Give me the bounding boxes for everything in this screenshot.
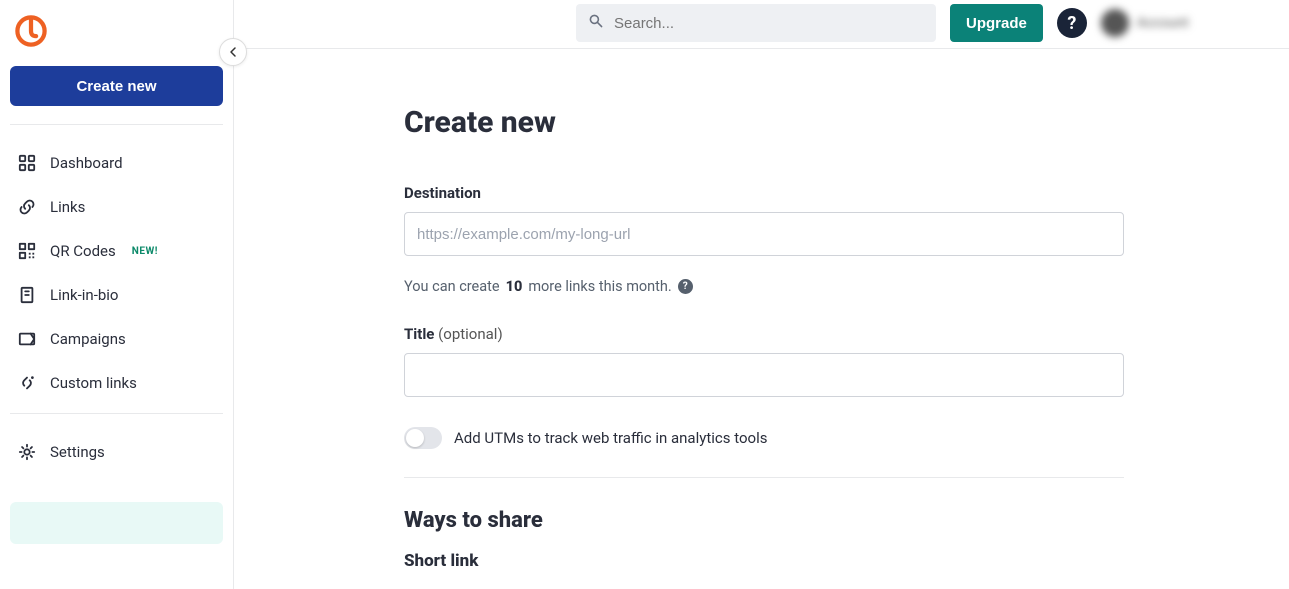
create-new-button[interactable]: Create new xyxy=(10,66,223,106)
sidebar-item-label: Campaigns xyxy=(50,330,126,348)
search-icon xyxy=(588,13,604,33)
divider xyxy=(10,124,223,125)
sidebar: Create new Dashboard Links QR Codes NEW!… xyxy=(0,0,234,589)
divider xyxy=(10,413,223,414)
content: Create new Destination You can create 10… xyxy=(234,49,1289,571)
collapse-sidebar-button[interactable] xyxy=(219,38,247,66)
sidebar-item-label: Links xyxy=(50,198,85,216)
sidebar-item-label: QR Codes xyxy=(50,242,116,260)
qrcode-icon xyxy=(18,242,36,260)
customlinks-icon xyxy=(18,374,36,392)
user-menu[interactable]: Account xyxy=(1101,9,1209,37)
campaigns-icon xyxy=(18,330,36,348)
sidebar-item-label: Custom links xyxy=(50,374,137,392)
sidebar-item-campaigns[interactable]: Campaigns xyxy=(6,317,227,361)
title-input[interactable] xyxy=(404,353,1124,397)
sidebar-item-links[interactable]: Links xyxy=(6,185,227,229)
sidebar-item-dashboard[interactable]: Dashboard xyxy=(6,141,227,185)
linkinbio-icon xyxy=(18,286,36,304)
divider xyxy=(404,477,1124,478)
help-button[interactable]: ? xyxy=(1057,8,1087,38)
sidebar-item-label: Settings xyxy=(50,443,105,461)
sidebar-item-customlinks[interactable]: Custom links xyxy=(6,361,227,405)
sparkle-card[interactable] xyxy=(10,502,223,544)
avatar xyxy=(1101,9,1129,37)
destination-label: Destination xyxy=(404,184,1124,202)
sidebar-item-linkinbio[interactable]: Link-in-bio xyxy=(6,273,227,317)
sidebar-item-label: Dashboard xyxy=(50,154,123,172)
destination-field: Destination You can create 10 more links… xyxy=(404,184,1124,295)
search-box[interactable] xyxy=(576,4,936,42)
info-icon[interactable]: ? xyxy=(678,279,693,294)
sidebar-item-label: Link-in-bio xyxy=(50,286,118,304)
utm-toggle-label: Add UTMs to track web traffic in analyti… xyxy=(454,429,767,447)
utm-toggle-row: Add UTMs to track web traffic in analyti… xyxy=(404,427,1124,449)
main: Upgrade ? Account Create new Destination… xyxy=(234,0,1289,589)
topbar: Upgrade ? Account xyxy=(234,0,1289,49)
gear-icon xyxy=(18,443,36,461)
links-remaining-hint: You can create 10 more links this month.… xyxy=(404,278,1124,295)
search-input[interactable] xyxy=(614,15,924,32)
page-title: Create new xyxy=(404,105,1124,140)
destination-input[interactable] xyxy=(404,212,1124,256)
dashboard-icon xyxy=(18,154,36,172)
short-link-title: Short link xyxy=(404,551,1124,571)
utm-toggle[interactable] xyxy=(404,427,442,449)
user-name: Account xyxy=(1137,15,1189,31)
link-icon xyxy=(18,198,36,216)
upgrade-button[interactable]: Upgrade xyxy=(950,4,1043,42)
sidebar-item-qrcodes[interactable]: QR Codes NEW! xyxy=(6,229,227,273)
new-badge: NEW! xyxy=(132,246,158,257)
title-label: Title (optional) xyxy=(404,325,1124,343)
ways-to-share-title: Ways to share xyxy=(404,508,1124,533)
logo[interactable] xyxy=(6,10,227,66)
sidebar-item-settings[interactable]: Settings xyxy=(6,430,227,474)
title-field: Title (optional) xyxy=(404,325,1124,397)
